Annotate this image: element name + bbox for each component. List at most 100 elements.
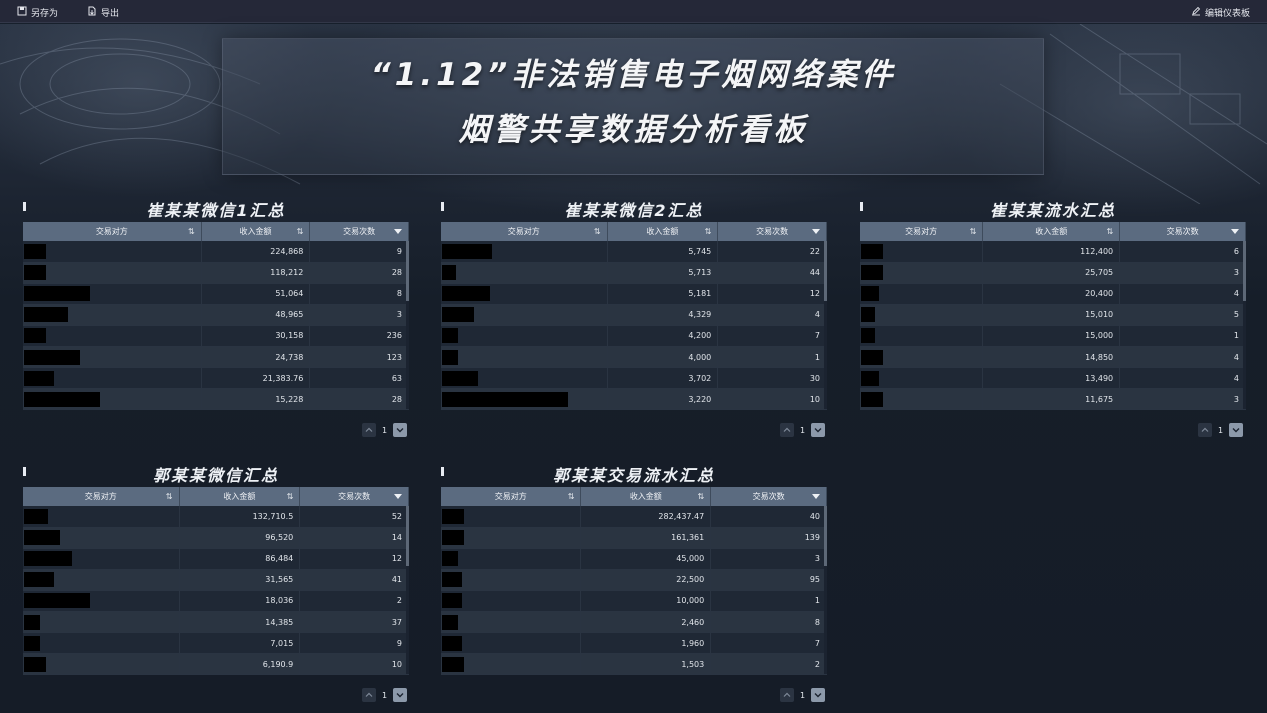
column-header-income[interactable]: 收入金额 ⇅ <box>607 222 719 241</box>
table-row[interactable]: 2,460 8 <box>441 611 827 634</box>
next-page-button[interactable] <box>811 688 826 702</box>
table-row[interactable]: 14,385 37 <box>23 611 409 634</box>
column-header-count[interactable]: 交易次数 <box>717 222 827 241</box>
table-row[interactable]: 5,713 44 <box>441 262 827 284</box>
sort-icon[interactable]: ⇅ <box>705 227 712 236</box>
export-button[interactable]: 导出 <box>87 6 119 19</box>
column-header-income[interactable]: 收入金额 ⇅ <box>179 487 301 506</box>
table-row[interactable]: 5,745 22 <box>441 241 827 263</box>
table-row[interactable]: 31,565 41 <box>23 569 409 591</box>
vertical-scrollbar[interactable] <box>406 506 409 674</box>
sort-icon[interactable]: ⇅ <box>1106 227 1113 236</box>
column-header-counterparty[interactable]: 交易对方 ⇅ <box>441 487 582 506</box>
table-row[interactable]: 118,212 28 <box>23 262 409 284</box>
table-row[interactable]: 282,437.47 40 <box>441 506 827 528</box>
column-header-income[interactable]: 收入金额 ⇅ <box>982 222 1121 241</box>
scrollbar-thumb[interactable] <box>406 506 409 566</box>
column-header-income[interactable]: 收入金额 ⇅ <box>201 222 311 241</box>
sort-icon[interactable]: ⇅ <box>594 227 601 236</box>
table-row[interactable]: 4,000 1 <box>441 346 827 369</box>
table-row[interactable]: 3,702 30 <box>441 367 827 390</box>
scrollbar-thumb[interactable] <box>824 241 827 301</box>
table-row[interactable]: 161,361 139 <box>441 527 827 549</box>
table-row[interactable]: 132,710.5 52 <box>23 506 409 528</box>
table-row[interactable]: 18,036 2 <box>23 590 409 612</box>
sort-icon[interactable]: ⇅ <box>188 227 195 236</box>
dropdown-caret-icon[interactable] <box>394 229 402 234</box>
sort-icon[interactable]: ⇅ <box>698 492 705 501</box>
column-header-count[interactable]: 交易次数 <box>309 222 409 241</box>
previous-page-button[interactable] <box>780 423 794 437</box>
table-row[interactable]: 14,850 4 <box>860 346 1246 369</box>
table-row[interactable]: 48,965 3 <box>23 304 409 326</box>
table-row[interactable]: 15,000 1 <box>860 325 1246 347</box>
income-cell: 45,000 <box>580 548 712 570</box>
column-header-counterparty[interactable]: 交易对方 ⇅ <box>23 487 180 506</box>
sort-icon[interactable]: ⇅ <box>568 492 575 501</box>
table-row[interactable]: 5,181 12 <box>441 283 827 305</box>
scrollbar-thumb[interactable] <box>406 241 409 301</box>
previous-page-button[interactable] <box>1198 423 1212 437</box>
dropdown-caret-icon[interactable] <box>1231 229 1239 234</box>
table-row[interactable]: 20,400 4 <box>860 283 1246 305</box>
table-row[interactable]: 224,868 9 <box>23 241 409 263</box>
vertical-scrollbar[interactable] <box>824 506 827 674</box>
previous-page-button[interactable] <box>362 688 376 702</box>
previous-page-button[interactable] <box>362 423 376 437</box>
edit-dashboard-button[interactable]: 编辑仪表板 <box>1191 6 1250 19</box>
vertical-scrollbar[interactable] <box>824 241 827 409</box>
table-row[interactable]: 4,329 4 <box>441 304 827 326</box>
column-header-income[interactable]: 收入金额 ⇅ <box>580 487 712 506</box>
next-page-button[interactable] <box>1229 423 1244 437</box>
table-row[interactable]: 6,190.9 10 <box>23 653 409 676</box>
table-row[interactable]: 3,220 10 <box>441 388 827 411</box>
column-header-count[interactable]: 交易次数 <box>1119 222 1246 241</box>
table-row[interactable]: 1,503 2 <box>441 653 827 676</box>
table-row[interactable]: 11,675 3 <box>860 388 1246 411</box>
income-cell: 4,000 <box>607 346 719 369</box>
dropdown-caret-icon[interactable] <box>812 229 820 234</box>
table-row[interactable]: 96,520 14 <box>23 527 409 549</box>
counterparty-cell <box>23 367 202 390</box>
table-row[interactable]: 13,490 4 <box>860 367 1246 390</box>
table-row[interactable]: 24,738 123 <box>23 346 409 369</box>
table-row[interactable]: 51,064 8 <box>23 283 409 305</box>
table-row[interactable]: 86,484 12 <box>23 548 409 570</box>
previous-page-button[interactable] <box>780 688 794 702</box>
redacted-name <box>442 572 462 588</box>
income-cell: 15,228 <box>201 388 311 411</box>
sort-icon[interactable]: ⇅ <box>166 492 173 501</box>
table-row[interactable]: 4,200 7 <box>441 325 827 347</box>
column-header-counterparty[interactable]: 交易对方 ⇅ <box>441 222 608 241</box>
column-header-counterparty[interactable]: 交易对方 ⇅ <box>860 222 984 241</box>
column-header-count[interactable]: 交易次数 <box>710 487 827 506</box>
column-header-count[interactable]: 交易次数 <box>299 487 409 506</box>
sort-icon[interactable]: ⇅ <box>287 492 294 501</box>
table-row[interactable]: 45,000 3 <box>441 548 827 570</box>
vertical-scrollbar[interactable] <box>1243 241 1246 409</box>
table-row[interactable]: 15,228 28 <box>23 388 409 411</box>
table-row[interactable]: 7,015 9 <box>23 632 409 655</box>
scrollbar-thumb[interactable] <box>1243 241 1246 301</box>
table-row[interactable]: 22,500 95 <box>441 569 827 591</box>
dropdown-caret-icon[interactable] <box>394 494 402 499</box>
column-header-counterparty[interactable]: 交易对方 ⇅ <box>23 222 202 241</box>
sort-icon[interactable]: ⇅ <box>297 227 304 236</box>
table-row[interactable]: 21,383.76 63 <box>23 367 409 390</box>
redacted-name <box>442 391 568 407</box>
save-as-button[interactable]: 另存为 <box>17 6 58 19</box>
table-row[interactable]: 30,158 236 <box>23 325 409 347</box>
table-row[interactable]: 25,705 3 <box>860 262 1246 284</box>
table-row[interactable]: 1,960 7 <box>441 632 827 655</box>
table-row[interactable]: 10,000 1 <box>441 590 827 612</box>
next-page-button[interactable] <box>393 688 408 702</box>
sort-icon[interactable]: ⇅ <box>970 227 977 236</box>
table-row[interactable]: 112,400 6 <box>860 241 1246 263</box>
next-page-button[interactable] <box>811 423 826 437</box>
income-cell: 4,200 <box>607 325 719 347</box>
table-row[interactable]: 15,010 5 <box>860 304 1246 326</box>
next-page-button[interactable] <box>393 423 408 437</box>
vertical-scrollbar[interactable] <box>406 241 409 409</box>
dropdown-caret-icon[interactable] <box>812 494 820 499</box>
scrollbar-thumb[interactable] <box>824 506 827 566</box>
